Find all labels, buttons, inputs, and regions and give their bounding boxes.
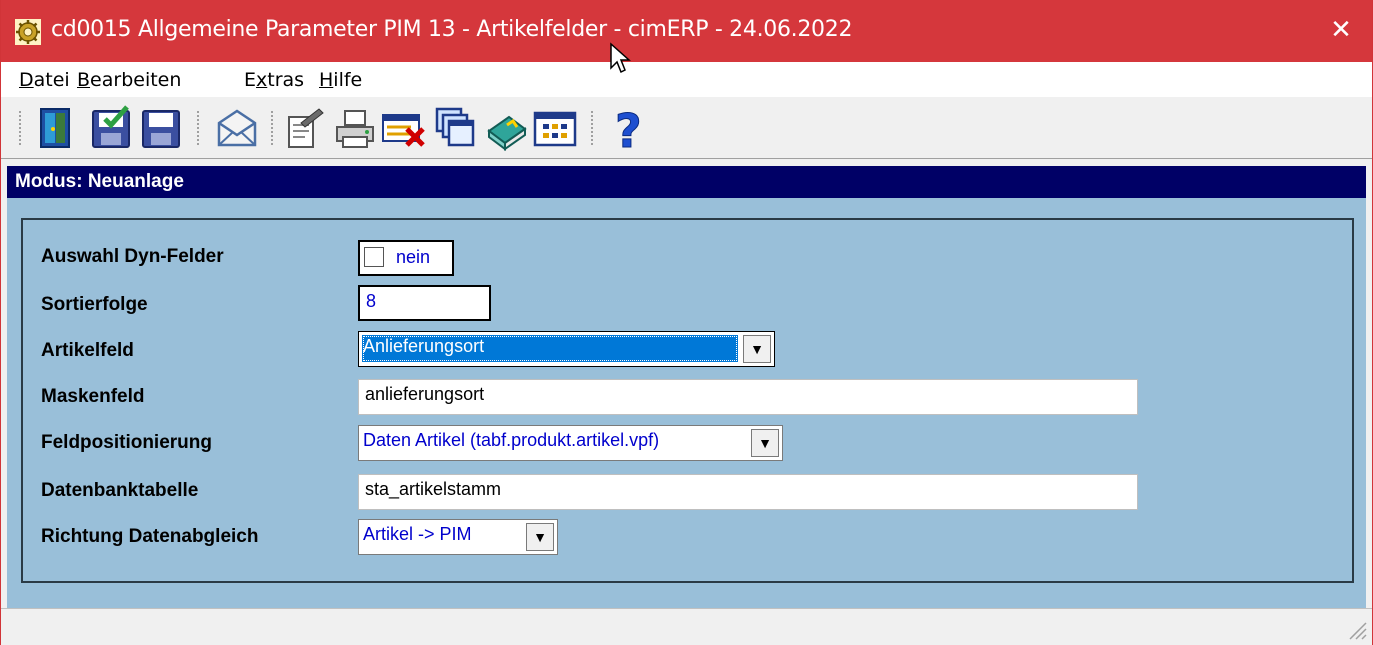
checkbox-label: nein — [396, 247, 431, 267]
label-sortierfolge: Sortierfolge — [41, 294, 148, 315]
auswahl-dyn-felder-checkbox[interactable]: nein — [358, 240, 454, 276]
resize-grip-icon[interactable] — [1346, 619, 1368, 641]
label-richtung-datenabgleich: Richtung Datenabgleich — [41, 526, 259, 547]
svg-text:?: ? — [615, 105, 642, 151]
gear-icon — [15, 19, 41, 45]
feldpositionierung-value: Daten Artikel (tabf.produkt.artikel.vpf) — [363, 430, 660, 450]
title-bar[interactable]: cd0015 Allgemeine Parameter PIM 13 - Art… — [1, 0, 1372, 62]
help-button[interactable]: ? — [607, 105, 651, 151]
book-icon — [487, 115, 527, 151]
grid-icon — [533, 111, 577, 147]
edit-document-icon — [288, 108, 324, 148]
toolbar-separator — [197, 111, 202, 145]
artikelfeld-select[interactable]: Anlieferungsort ▼ — [358, 331, 775, 367]
label-datenbanktabelle: Datenbanktabelle — [41, 480, 199, 501]
label-artikelfeld: Artikelfeld — [41, 340, 134, 361]
book-button[interactable] — [485, 105, 529, 151]
artikelfeld-value: Anlieferungsort — [363, 336, 485, 356]
maskenfeld-input[interactable]: anlieferungsort — [358, 379, 1138, 415]
grid-button[interactable] — [533, 105, 577, 151]
menu-datei[interactable]: Datei — [19, 69, 70, 91]
exit-button[interactable] — [33, 105, 77, 151]
toolbar-separator — [271, 111, 276, 145]
window-title: cd0015 Allgemeine Parameter PIM 13 - Art… — [51, 17, 853, 42]
windows-button[interactable] — [433, 105, 477, 151]
delete-button[interactable] — [381, 105, 425, 151]
close-button[interactable]: ✕ — [1310, 0, 1372, 62]
toolbar-separator — [19, 111, 24, 145]
checkbox-box[interactable] — [364, 247, 384, 267]
menu-bar: Datei Bearbeiten Extras Hilfe — [1, 62, 1372, 96]
print-button[interactable] — [333, 105, 377, 151]
status-bar — [1, 608, 1372, 645]
richtung-value: Artikel -> PIM — [363, 524, 472, 544]
toolbar: ? — [1, 96, 1372, 159]
chevron-down-icon[interactable]: ▼ — [526, 523, 554, 551]
label-feldpositionierung: Feldpositionierung — [41, 432, 212, 453]
richtung-datenabgleich-select[interactable]: Artikel -> PIM ▼ — [358, 519, 558, 555]
datenbanktabelle-input[interactable]: sta_artikelstamm — [358, 474, 1138, 510]
menu-bearbeiten[interactable]: Bearbeiten — [77, 69, 181, 91]
save-close-button[interactable] — [89, 105, 133, 151]
chevron-down-icon[interactable]: ▼ — [751, 429, 779, 457]
mail-icon — [217, 109, 257, 147]
help-icon: ? — [615, 105, 643, 151]
toolbar-separator — [591, 111, 596, 145]
copy-windows-icon — [435, 107, 475, 147]
print-icon — [336, 110, 374, 148]
label-auswahl-dyn-felder: Auswahl Dyn-Felder — [41, 246, 224, 267]
feldpositionierung-select[interactable]: Daten Artikel (tabf.produkt.artikel.vpf)… — [358, 425, 783, 461]
application-window: cd0015 Allgemeine Parameter PIM 13 - Art… — [0, 0, 1373, 645]
save-icon — [142, 110, 180, 148]
chevron-down-icon[interactable]: ▼ — [743, 335, 771, 363]
menu-hilfe[interactable]: Hilfe — [319, 69, 362, 91]
label-maskenfeld: Maskenfeld — [41, 386, 145, 407]
exit-icon — [40, 108, 70, 148]
delete-icon — [382, 114, 425, 147]
save-button[interactable] — [139, 105, 183, 151]
mouse-cursor-icon — [610, 42, 631, 74]
menu-extras[interactable]: Extras — [244, 69, 304, 91]
sortierfolge-input[interactable]: 8 — [358, 285, 491, 321]
edit-document-button[interactable] — [283, 105, 327, 151]
mail-button[interactable] — [215, 105, 259, 151]
save-check-icon — [92, 105, 130, 148]
mode-bar: Modus: Neuanlage — [7, 166, 1366, 198]
